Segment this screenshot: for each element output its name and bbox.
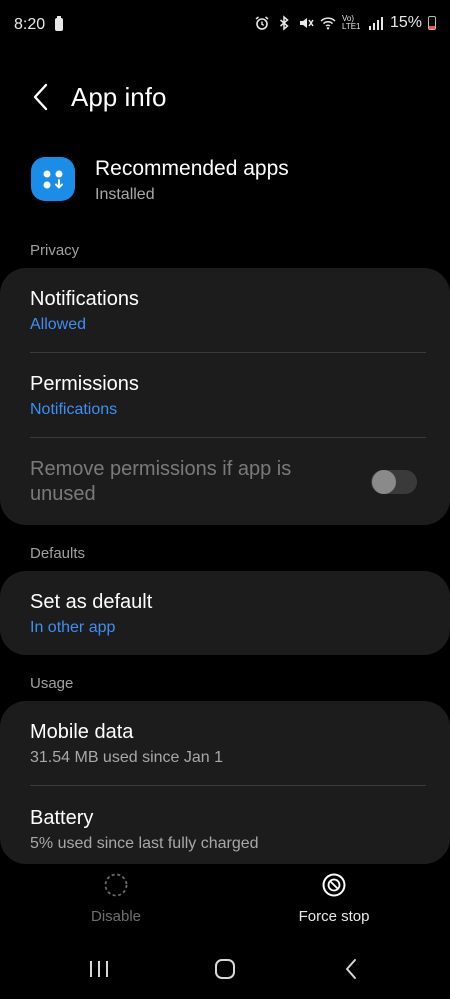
recent-apps-icon: [90, 961, 108, 977]
back-nav-icon: [346, 959, 356, 979]
set-as-default-title: Set as default: [30, 591, 153, 613]
network-type-label: Vo) LTE1: [341, 14, 361, 31]
battery-icon: [428, 16, 436, 30]
battery-percent: 15%: [389, 14, 422, 31]
mute-icon: [298, 15, 314, 31]
back-nav-button[interactable]: [331, 954, 371, 984]
set-as-default-value: In other app: [30, 619, 116, 636]
battery-saver-icon: [55, 16, 63, 31]
mobile-data-title: Mobile data: [30, 721, 134, 743]
app-name: Recommended apps: [95, 157, 289, 180]
force-stop-label: Force stop: [298, 908, 370, 925]
status-bar: 8:20 Vo) LTE1 15%: [0, 0, 450, 50]
recent-apps-button[interactable]: [79, 954, 119, 984]
alarm-icon: [254, 15, 270, 31]
mobile-data-value: 31.54 MB used since Jan 1: [30, 749, 224, 766]
battery-value: 5% used since last fully charged: [30, 835, 259, 852]
wifi-icon: [320, 15, 336, 31]
app-install-status: Installed: [95, 186, 155, 203]
home-icon: [215, 959, 235, 979]
chevron-left-icon: [33, 83, 48, 111]
disable-icon: [104, 873, 128, 897]
recommended-apps-icon: [43, 170, 63, 189]
permissions-title: Permissions: [30, 373, 139, 395]
permissions-row[interactable]: Permissions Notifications: [0, 353, 450, 438]
home-button[interactable]: [205, 954, 245, 984]
disable-label: Disable: [90, 908, 142, 925]
page-title: App info: [71, 82, 167, 112]
section-header-usage: Usage: [30, 675, 74, 692]
toggle-knob: [372, 470, 396, 494]
status-icons: Vo) LTE1 15%: [254, 14, 436, 32]
notifications-row[interactable]: Notifications Allowed: [0, 268, 450, 353]
battery-row[interactable]: Battery 5% used since last fully charged: [0, 786, 450, 864]
remove-permissions-row: Remove permissions if app is unused: [0, 438, 450, 525]
bluetooth-icon: [276, 15, 292, 31]
permissions-value: Notifications: [30, 401, 118, 418]
privacy-card: Notifications Allowed Permissions Notifi…: [0, 268, 450, 525]
navigation-bar: [0, 940, 450, 999]
usage-card: Mobile data 31.54 MB used since Jan 1 Ba…: [0, 701, 450, 864]
mobile-data-row[interactable]: Mobile data 31.54 MB used since Jan 1: [0, 701, 450, 786]
back-button[interactable]: [26, 80, 56, 114]
force-stop-icon: [322, 873, 346, 897]
remove-permissions-title: Remove permissions if app is unused: [30, 458, 292, 505]
notifications-title: Notifications: [30, 288, 139, 310]
set-as-default-row[interactable]: Set as default In other app: [0, 571, 450, 655]
section-header-defaults: Defaults: [30, 545, 86, 562]
app-icon: [31, 157, 75, 201]
signal-icon: [368, 15, 384, 31]
section-header-privacy: Privacy: [30, 242, 80, 259]
battery-title: Battery: [30, 807, 94, 829]
remove-permissions-toggle[interactable]: [371, 470, 417, 494]
defaults-card: Set as default In other app: [0, 571, 450, 655]
disable-button[interactable]: Disable: [46, 872, 186, 925]
force-stop-button[interactable]: Force stop: [264, 872, 404, 925]
notifications-value: Allowed: [30, 316, 87, 333]
status-time: 8:20: [14, 16, 46, 33]
